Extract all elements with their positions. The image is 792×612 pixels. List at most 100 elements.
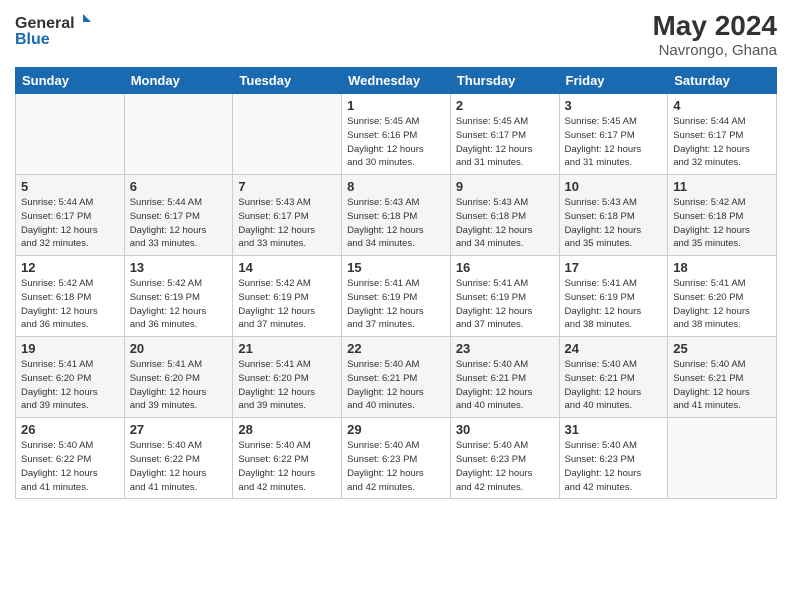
day-number: 4 [673, 98, 771, 113]
day-number: 2 [456, 98, 554, 113]
cell-info: Sunrise: 5:40 AM Sunset: 6:21 PM Dayligh… [565, 358, 663, 413]
day-number: 11 [673, 179, 771, 194]
day-number: 7 [238, 179, 336, 194]
calendar-cell: 29 Sunrise: 5:40 AM Sunset: 6:23 PM Dayli… [342, 418, 451, 499]
day-number: 31 [565, 422, 663, 437]
day-number: 10 [565, 179, 663, 194]
day-number: 12 [21, 260, 119, 275]
calendar-cell: 14Sunrise: 5:42 AM Sunset: 6:19 PM Dayli… [233, 256, 342, 337]
calendar-cell: 25 Sunrise: 5:40 AM Sunset: 6:21 PM Dayli… [668, 337, 777, 418]
cell-info: Sunrise: 5:45 AM Sunset: 6:16 PM Dayligh… [347, 115, 445, 170]
calendar-cell: 28Sunrise: 5:40 AM Sunset: 6:22 PM Dayli… [233, 418, 342, 499]
cell-info: Sunrise: 5:41 AM Sunset: 6:19 PM Dayligh… [565, 277, 663, 332]
calendar-cell: 9Sunrise: 5:43 AM Sunset: 6:18 PM Daylig… [450, 175, 559, 256]
calendar-cell: 23Sunrise: 5:40 AM Sunset: 6:21 PM Dayli… [450, 337, 559, 418]
cell-info: Sunrise: 5:45 AM Sunset: 6:17 PM Dayligh… [456, 115, 554, 170]
header-thursday: Thursday [450, 68, 559, 94]
day-number: 28 [238, 422, 336, 437]
day-number: 8 [347, 179, 445, 194]
calendar-header: Sunday Monday Tuesday Wednesday Thursday… [16, 68, 777, 94]
calendar-cell: 8 Sunrise: 5:43 AM Sunset: 6:18 PM Daylig… [342, 175, 451, 256]
day-number: 21 [238, 341, 336, 356]
calendar-cell: 15Sunrise: 5:41 AM Sunset: 6:19 PM Dayli… [342, 256, 451, 337]
cell-info: Sunrise: 5:41 AM Sunset: 6:20 PM Dayligh… [21, 358, 119, 413]
calendar-cell: 17 Sunrise: 5:41 AM Sunset: 6:19 PM Dayli… [559, 256, 668, 337]
cell-info: Sunrise: 5:40 AM Sunset: 6:23 PM Dayligh… [456, 439, 554, 494]
cell-info: Sunrise: 5:42 AM Sunset: 6:18 PM Dayligh… [673, 196, 771, 251]
calendar-week-4: 26 Sunrise: 5:40 AM Sunset: 6:22 PM Dayli… [16, 418, 777, 499]
day-number: 3 [565, 98, 663, 113]
svg-text:Blue: Blue [15, 31, 50, 48]
cell-info: Sunrise: 5:43 AM Sunset: 6:18 PM Dayligh… [347, 196, 445, 251]
logo: GeneralBlue [15, 10, 95, 50]
header: GeneralBlue May 2024 Navrongo, Ghana [15, 10, 777, 59]
day-number: 30 [456, 422, 554, 437]
day-number: 26 [21, 422, 119, 437]
header-monday: Monday [124, 68, 233, 94]
calendar-cell: 30 Sunrise: 5:40 AM Sunset: 6:23 PM Dayli… [450, 418, 559, 499]
calendar-page: GeneralBlue May 2024 Navrongo, Ghana Sun… [0, 0, 792, 612]
cell-info: Sunrise: 5:43 AM Sunset: 6:18 PM Dayligh… [565, 196, 663, 251]
calendar-cell [668, 418, 777, 499]
calendar-cell: 4 Sunrise: 5:44 AM Sunset: 6:17 PM Daylig… [668, 94, 777, 175]
cell-info: Sunrise: 5:41 AM Sunset: 6:20 PM Dayligh… [130, 358, 228, 413]
calendar-week-0: 1 Sunrise: 5:45 AM Sunset: 6:16 PM Daylig… [16, 94, 777, 175]
calendar-cell: 22Sunrise: 5:40 AM Sunset: 6:21 PM Dayli… [342, 337, 451, 418]
calendar-cell: 10 Sunrise: 5:43 AM Sunset: 6:18 PM Dayli… [559, 175, 668, 256]
day-number: 27 [130, 422, 228, 437]
cell-info: Sunrise: 5:41 AM Sunset: 6:20 PM Dayligh… [673, 277, 771, 332]
calendar-subtitle: Navrongo, Ghana [652, 42, 777, 59]
calendar-cell [233, 94, 342, 175]
day-number: 15 [347, 260, 445, 275]
calendar-cell [16, 94, 125, 175]
calendar-week-1: 5 Sunrise: 5:44 AM Sunset: 6:17 PM Daylig… [16, 175, 777, 256]
cell-info: Sunrise: 5:41 AM Sunset: 6:19 PM Dayligh… [456, 277, 554, 332]
cell-info: Sunrise: 5:44 AM Sunset: 6:17 PM Dayligh… [130, 196, 228, 251]
calendar-body: 1 Sunrise: 5:45 AM Sunset: 6:16 PM Daylig… [16, 94, 777, 499]
day-number: 17 [565, 260, 663, 275]
cell-info: Sunrise: 5:42 AM Sunset: 6:19 PM Dayligh… [130, 277, 228, 332]
cell-info: Sunrise: 5:42 AM Sunset: 6:19 PM Dayligh… [238, 277, 336, 332]
cell-info: Sunrise: 5:43 AM Sunset: 6:17 PM Dayligh… [238, 196, 336, 251]
day-number: 25 [673, 341, 771, 356]
calendar-cell: 5Sunrise: 5:44 AM Sunset: 6:17 PM Daylig… [16, 175, 125, 256]
header-wednesday: Wednesday [342, 68, 451, 94]
calendar-cell: 3Sunrise: 5:45 AM Sunset: 6:17 PM Daylig… [559, 94, 668, 175]
day-number: 29 [347, 422, 445, 437]
calendar-cell: 13 Sunrise: 5:42 AM Sunset: 6:19 PM Dayli… [124, 256, 233, 337]
calendar-cell: 19Sunrise: 5:41 AM Sunset: 6:20 PM Dayli… [16, 337, 125, 418]
header-friday: Friday [559, 68, 668, 94]
title-block: May 2024 Navrongo, Ghana [652, 10, 777, 59]
day-number: 20 [130, 341, 228, 356]
cell-info: Sunrise: 5:44 AM Sunset: 6:17 PM Dayligh… [673, 115, 771, 170]
day-number: 1 [347, 98, 445, 113]
header-row: Sunday Monday Tuesday Wednesday Thursday… [16, 68, 777, 94]
cell-info: Sunrise: 5:40 AM Sunset: 6:21 PM Dayligh… [456, 358, 554, 413]
calendar-title: May 2024 [652, 10, 777, 42]
day-number: 16 [456, 260, 554, 275]
svg-text:General: General [15, 15, 75, 32]
calendar-cell: 20 Sunrise: 5:41 AM Sunset: 6:20 PM Dayli… [124, 337, 233, 418]
cell-info: Sunrise: 5:40 AM Sunset: 6:21 PM Dayligh… [673, 358, 771, 413]
day-number: 24 [565, 341, 663, 356]
calendar-cell: 7 Sunrise: 5:43 AM Sunset: 6:17 PM Daylig… [233, 175, 342, 256]
calendar-cell: 31Sunrise: 5:40 AM Sunset: 6:23 PM Dayli… [559, 418, 668, 499]
calendar-cell: 11 Sunrise: 5:42 AM Sunset: 6:18 PM Dayli… [668, 175, 777, 256]
day-number: 6 [130, 179, 228, 194]
day-number: 5 [21, 179, 119, 194]
calendar-week-3: 19Sunrise: 5:41 AM Sunset: 6:20 PM Dayli… [16, 337, 777, 418]
calendar-cell: 2 Sunrise: 5:45 AM Sunset: 6:17 PM Daylig… [450, 94, 559, 175]
calendar-table: Sunday Monday Tuesday Wednesday Thursday… [15, 67, 777, 499]
day-number: 13 [130, 260, 228, 275]
calendar-cell: 6 Sunrise: 5:44 AM Sunset: 6:17 PM Daylig… [124, 175, 233, 256]
cell-info: Sunrise: 5:42 AM Sunset: 6:18 PM Dayligh… [21, 277, 119, 332]
cell-info: Sunrise: 5:40 AM Sunset: 6:23 PM Dayligh… [347, 439, 445, 494]
cell-info: Sunrise: 5:40 AM Sunset: 6:22 PM Dayligh… [21, 439, 119, 494]
header-tuesday: Tuesday [233, 68, 342, 94]
calendar-cell: 16 Sunrise: 5:41 AM Sunset: 6:19 PM Dayli… [450, 256, 559, 337]
cell-info: Sunrise: 5:40 AM Sunset: 6:22 PM Dayligh… [130, 439, 228, 494]
logo-svg: GeneralBlue [15, 10, 95, 50]
calendar-cell: 21Sunrise: 5:41 AM Sunset: 6:20 PM Dayli… [233, 337, 342, 418]
day-number: 18 [673, 260, 771, 275]
day-number: 22 [347, 341, 445, 356]
